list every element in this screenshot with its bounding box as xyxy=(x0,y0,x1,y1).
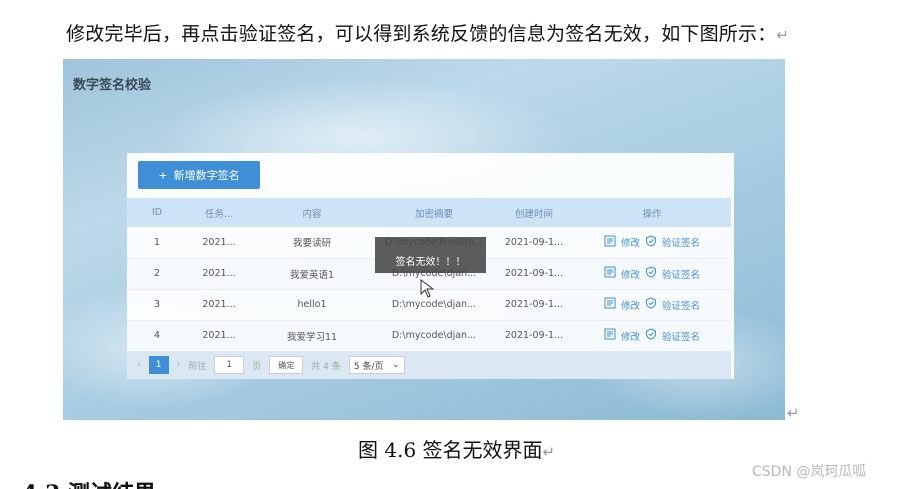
csdn-watermark: CSDN @岚珂瓜呱 xyxy=(752,464,867,480)
verify-signature-link[interactable]: 验证签名 xyxy=(662,298,700,312)
table-row: 4 2021... 我爱学习11 D:\mycode\djan... 2021-09-1… xyxy=(127,320,731,352)
edit-link[interactable]: 修改 xyxy=(621,267,640,281)
edit-link[interactable]: 修改 xyxy=(621,329,640,343)
verify-signature-link[interactable]: 验证签名 xyxy=(662,267,700,281)
cell-content: hello1 xyxy=(251,289,373,321)
page-size-value: 5 条/页 xyxy=(353,361,384,372)
section-heading: 4.3 测试结果 xyxy=(22,476,156,489)
cell-time: 2021-09-1... xyxy=(495,258,573,290)
column-header-task[interactable]: 任务... xyxy=(187,198,251,227)
cell-time: 2021-09-1... xyxy=(495,227,573,259)
signature-table: ID 任务... 内容 加密摘要 创建时间 操作 12021...我要读研D:\… xyxy=(127,198,731,352)
prev-page-button[interactable]: ‹ xyxy=(137,360,141,370)
cell-content: 我爱英语1 xyxy=(251,258,373,290)
return-mark: ↵ xyxy=(776,26,790,44)
cell-time: 2021-09-1... xyxy=(495,289,573,321)
add-signature-label: 新增数字签名 xyxy=(173,169,240,182)
embedded-screenshot: 数字签名校验 + 新增数字签名 ID 任务... 内容 加密摘要 创建时间 操作… xyxy=(63,59,785,420)
shield-check-icon xyxy=(645,328,657,343)
page-size-select[interactable]: 5 条/页 ⌄ xyxy=(348,356,405,374)
column-header-time[interactable]: 创建时间 xyxy=(495,198,573,227)
cell-id: 2 xyxy=(127,258,187,290)
mouse-cursor-icon xyxy=(420,279,435,298)
app-title: 数字签名校验 xyxy=(73,78,152,93)
add-signature-button[interactable]: + 新增数字签名 xyxy=(138,161,260,189)
column-header-content[interactable]: 内容 xyxy=(251,198,373,227)
edit-link[interactable]: 修改 xyxy=(621,235,640,249)
cell-hash: D:\mycode\djan... xyxy=(373,320,495,352)
verify-signature-link[interactable]: 验证签名 xyxy=(662,235,700,249)
edit-link[interactable]: 修改 xyxy=(621,298,640,312)
edit-icon xyxy=(604,328,616,343)
column-header-actions: 操作 xyxy=(573,198,731,227)
verify-signature-link[interactable]: 验证签名 xyxy=(662,329,700,343)
confirm-button[interactable]: 确定 xyxy=(269,356,304,374)
pagination: ‹ 1 › 前往 1 页 确定 共 4 条 5 条/页 ⌄ xyxy=(127,351,731,379)
cell-task: 2021... xyxy=(187,320,251,352)
shield-check-icon xyxy=(645,297,657,312)
column-header-hash[interactable]: 加密摘要 xyxy=(373,198,495,227)
shield-check-icon xyxy=(645,266,657,281)
cell-actions: 修改 验证签名 xyxy=(573,258,731,290)
goto-label: 前往 xyxy=(188,361,207,372)
shield-check-icon xyxy=(645,235,657,250)
cell-task: 2021... xyxy=(187,258,251,290)
return-mark: ↵ xyxy=(787,404,800,422)
cell-content: 我爱学习11 xyxy=(251,320,373,352)
next-page-button[interactable]: › xyxy=(177,360,181,370)
cell-id: 4 xyxy=(127,320,187,352)
cell-id: 3 xyxy=(127,289,187,321)
edit-icon xyxy=(604,235,616,250)
cell-task: 2021... xyxy=(187,227,251,259)
cell-actions: 修改 验证签名 xyxy=(573,289,731,321)
cell-task: 2021... xyxy=(187,289,251,321)
plus-icon: + xyxy=(158,168,168,182)
total-count: 共 4 条 xyxy=(311,361,341,372)
current-page[interactable]: 1 xyxy=(148,356,169,374)
page-unit: 页 xyxy=(252,361,262,372)
toast-message: 签名无效！！！ xyxy=(395,257,466,268)
invalid-signature-toast: 签名无效！！！ xyxy=(375,237,486,273)
chevron-down-icon: ⌄ xyxy=(391,360,400,370)
body-paragraph: 修改完毕后，再点击验证签名，可以得到系统反馈的信息为签名无效，如下图所示：↵ xyxy=(66,23,790,45)
cell-actions: 修改 验证签名 xyxy=(573,227,731,259)
cell-actions: 修改 验证签名 xyxy=(573,320,731,352)
column-header-id[interactable]: ID xyxy=(127,198,187,227)
cell-id: 1 xyxy=(127,227,187,259)
cell-time: 2021-09-1... xyxy=(495,320,573,352)
figure-caption: 图 4.6 签名无效界面↵ xyxy=(358,438,556,462)
page-input[interactable]: 1 xyxy=(214,356,245,374)
edit-icon xyxy=(604,266,616,281)
edit-icon xyxy=(604,297,616,312)
return-mark: ↵ xyxy=(542,443,556,461)
cell-content: 我要读研 xyxy=(251,227,373,259)
